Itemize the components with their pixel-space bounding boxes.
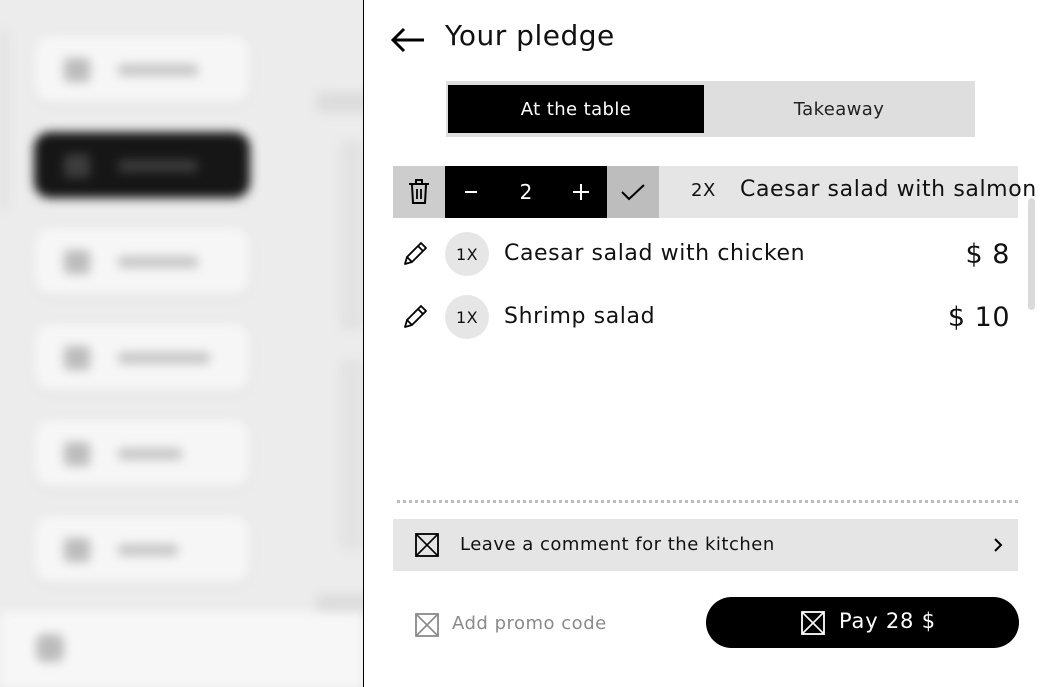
placeholder-icon — [801, 611, 825, 635]
delete-item-button[interactable] — [393, 166, 445, 218]
pay-button[interactable]: Pay 28 $ — [706, 597, 1019, 648]
chevron-right-icon — [994, 538, 1003, 552]
background-card — [340, 360, 364, 550]
placeholder-icon — [415, 613, 439, 637]
item-price: $ 10 — [947, 302, 1010, 333]
quantity-value: 2 — [519, 180, 533, 204]
background-category-active — [34, 132, 250, 198]
background-category — [34, 516, 250, 582]
edit-item-button[interactable] — [401, 303, 429, 331]
pencil-icon — [404, 242, 427, 265]
plus-icon — [573, 184, 589, 200]
scrollbar[interactable] — [1028, 198, 1035, 310]
list-item: 1X Shrimp salad $ 10 — [393, 295, 1018, 341]
background-bottom-bar — [0, 612, 363, 687]
arrow-left-icon — [391, 27, 424, 53]
quantity-stepper: 2 — [445, 166, 607, 218]
tab-takeaway[interactable]: Takeaway — [704, 85, 974, 133]
item-price: $ 8 — [965, 239, 1010, 270]
pledge-panel: Your pledge At the table Takeaway 2 2X C… — [363, 0, 1046, 687]
pencil-icon — [404, 305, 427, 328]
background-strip — [0, 30, 8, 210]
item-count-badge: 1X — [445, 232, 489, 276]
tab-at-the-table[interactable]: At the table — [448, 85, 704, 133]
pay-label: Pay 28 $ — [839, 609, 936, 633]
item-count-badge: 1X — [445, 295, 489, 339]
trash-icon — [409, 179, 429, 204]
editing-item-row: 2 2X Caesar salad with salmon — [393, 166, 1036, 218]
background-category — [34, 324, 250, 390]
background-category — [34, 420, 250, 486]
item-name: Shrimp salad — [504, 304, 656, 329]
confirm-quantity-button[interactable] — [607, 166, 659, 218]
order-type-toggle: At the table Takeaway — [446, 81, 975, 137]
item-name: Caesar salad with chicken — [504, 241, 806, 266]
background-category — [34, 228, 250, 294]
edit-item-button[interactable] — [401, 240, 429, 268]
back-button[interactable] — [391, 24, 427, 56]
page-title: Your pledge — [445, 19, 615, 52]
background-category — [34, 36, 250, 102]
item-count: 2X — [691, 180, 716, 201]
minus-icon — [465, 191, 477, 193]
kitchen-comment-button[interactable]: Leave a comment for the kitchen — [393, 519, 1018, 571]
background-card — [340, 140, 364, 330]
placeholder-icon — [415, 533, 439, 557]
dotted-divider — [397, 500, 1018, 503]
increase-quantity-button[interactable] — [555, 166, 607, 218]
promo-label: Add promo code — [452, 613, 607, 634]
comment-label: Leave a comment for the kitchen — [460, 534, 775, 555]
decrease-quantity-button[interactable] — [445, 166, 497, 218]
checkmark-icon — [621, 184, 645, 201]
item-name: Caesar salad with salmon — [740, 177, 1037, 202]
list-item: 1X Caesar salad with chicken $ 8 — [393, 232, 1018, 278]
